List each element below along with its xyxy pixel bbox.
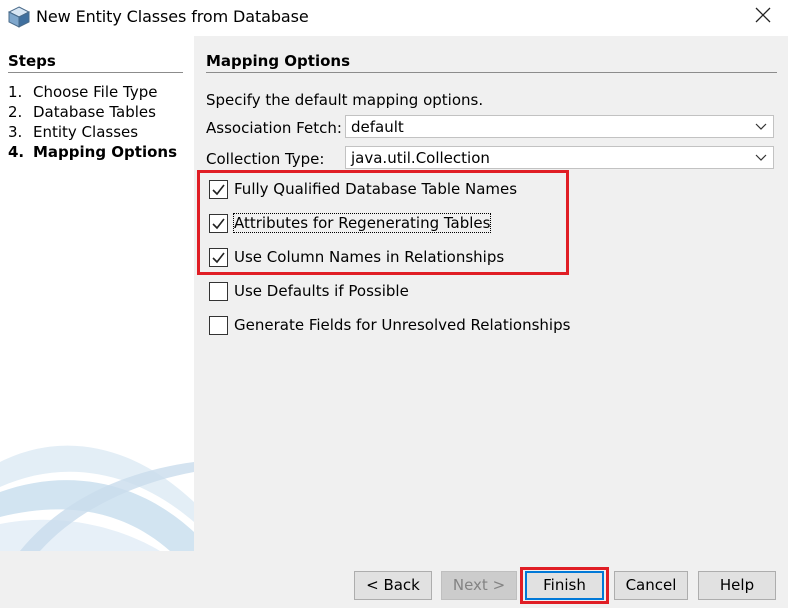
highlight-annotation <box>520 567 609 604</box>
checkbox-label: Attributes for Regenerating Tables <box>232 213 492 233</box>
collection-type-label: Collection Type: <box>206 150 325 168</box>
checkbox-label: Fully Qualified Database Table Names <box>234 180 518 198</box>
decorative-swoosh-image <box>0 445 194 551</box>
checkbox-label: Use Column Names in Relationships <box>234 248 505 266</box>
mapping-options-panel: Mapping Options Specify the default mapp… <box>194 36 788 551</box>
steps-panel: Steps 1. Choose File Type 2. Database Tabl… <box>0 36 194 551</box>
step-number: 4. <box>8 143 25 161</box>
checkbox-label: Use Defaults if Possible <box>234 282 409 300</box>
checkbox-box[interactable] <box>209 248 228 267</box>
step-label: Mapping Options <box>33 143 178 161</box>
step-number: 2. <box>8 103 23 121</box>
step-number: 1. <box>8 83 23 101</box>
checkbox-box[interactable] <box>209 180 228 199</box>
association-fetch-select[interactable]: default <box>345 115 774 138</box>
checkbox-label: Generate Fields for Unresolved Relations… <box>234 316 571 334</box>
step-number: 3. <box>8 123 23 141</box>
cancel-button[interactable]: Cancel <box>614 571 688 600</box>
step-item: 2. Database Tables <box>8 103 156 121</box>
checkmark-icon <box>212 184 225 196</box>
step-label: Choose File Type <box>33 83 158 101</box>
step-item-current: 4. Mapping Options <box>8 143 177 161</box>
netbeans-cube-icon <box>8 6 30 28</box>
association-fetch-value: default <box>351 118 404 136</box>
checkbox-box[interactable] <box>209 214 228 233</box>
association-fetch-label: Association Fetch: <box>206 119 342 137</box>
window-title: New Entity Classes from Database <box>36 7 309 26</box>
checkmark-icon <box>212 218 225 230</box>
checkbox-box[interactable] <box>209 282 228 301</box>
collection-type-select[interactable]: java.util.Collection <box>345 146 774 169</box>
step-label: Entity Classes <box>33 123 139 141</box>
title-bar: New Entity Classes from Database <box>0 0 788 36</box>
page-title: Mapping Options <box>206 52 351 70</box>
checkbox-box[interactable] <box>209 316 228 335</box>
back-button[interactable]: < Back <box>354 571 432 600</box>
checkmark-icon <box>212 252 225 264</box>
chevron-down-icon <box>755 154 767 161</box>
button-bar: < Back Next > Finish Cancel Help <box>0 551 788 608</box>
steps-heading: Steps <box>8 52 56 70</box>
description-text: Specify the default mapping options. <box>206 91 484 109</box>
close-icon[interactable] <box>754 6 772 24</box>
chevron-down-icon <box>755 123 767 130</box>
next-button[interactable]: Next > <box>441 571 517 600</box>
step-item: 1. Choose File Type <box>8 83 157 101</box>
step-label: Database Tables <box>33 103 156 121</box>
divider <box>8 72 183 73</box>
divider <box>206 72 777 73</box>
collection-type-value: java.util.Collection <box>351 149 490 167</box>
help-button[interactable]: Help <box>698 571 776 600</box>
step-item: 3. Entity Classes <box>8 123 138 141</box>
